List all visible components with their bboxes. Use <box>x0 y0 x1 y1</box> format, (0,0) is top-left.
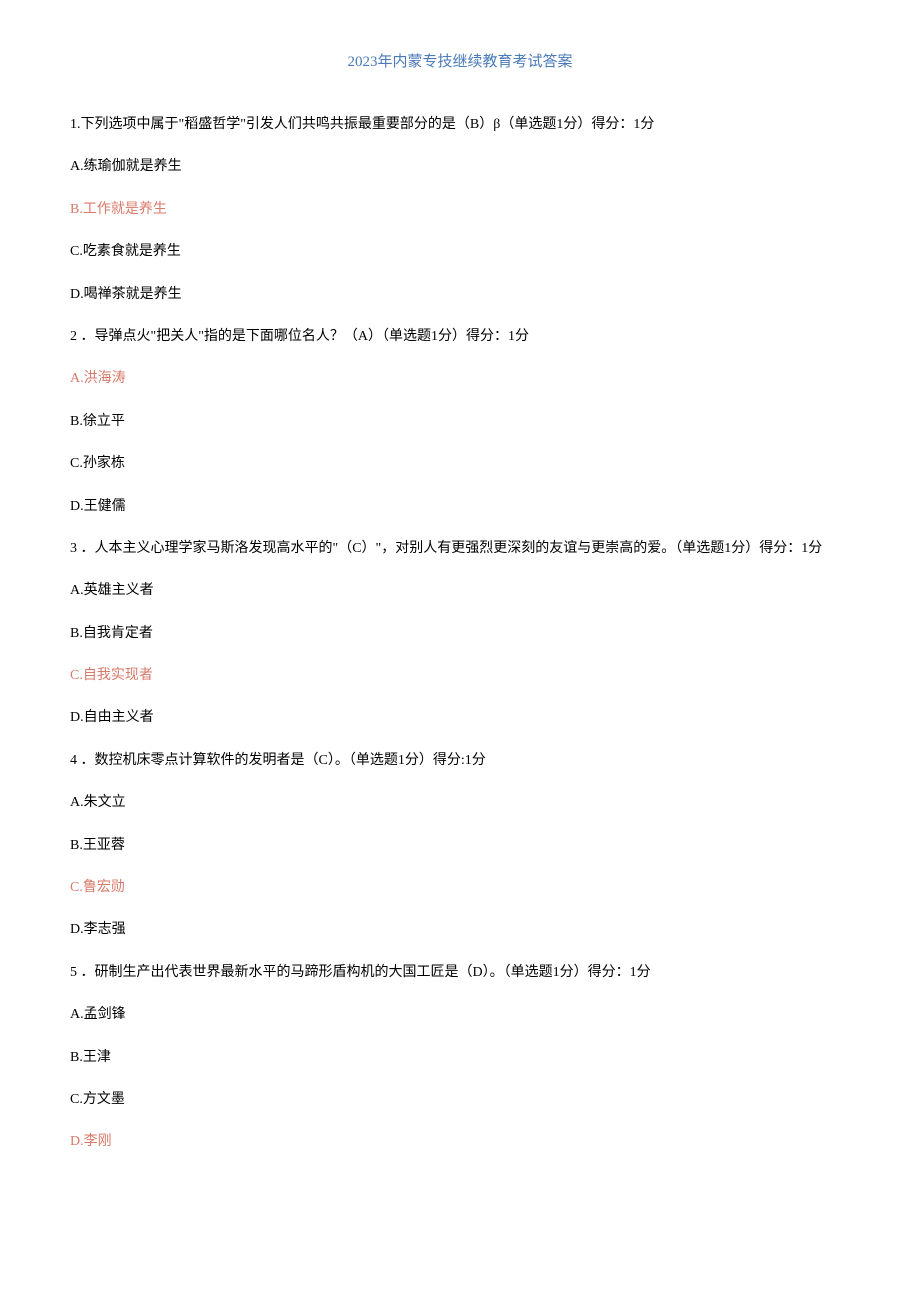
option-b: B.自我肯定者 <box>70 623 850 645</box>
option-d: D.王健儒 <box>70 496 850 518</box>
option-d: D.李刚 <box>70 1131 850 1153</box>
option-d: D.李志强 <box>70 919 850 941</box>
option-a: A.朱文立 <box>70 792 850 814</box>
option-c: C.方文墨 <box>70 1089 850 1111</box>
question-stem: 1.下列选项中属于"稻盛哲学"引发人们共鸣共振最重要部分的是（B）β（单选题1分… <box>70 114 850 136</box>
option-b: B.工作就是养生 <box>70 199 850 221</box>
option-d: D.自由主义者 <box>70 707 850 729</box>
option-d: D.喝禅茶就是养生 <box>70 284 850 306</box>
question-block: 5 ．研制生产出代表世界最新水平的马蹄形盾构机的大国工匠是（D）。（单选题1分）… <box>70 962 850 1154</box>
question-block: 2 ．导弹点火"把关人"指的是下面哪位名人？（A）（单选题1分）得分：1分 A.… <box>70 326 850 518</box>
question-block: 1.下列选项中属于"稻盛哲学"引发人们共鸣共振最重要部分的是（B）β（单选题1分… <box>70 114 850 306</box>
question-stem: 2 ．导弹点火"把关人"指的是下面哪位名人？（A）（单选题1分）得分：1分 <box>70 326 850 348</box>
option-a: A.洪海涛 <box>70 368 850 390</box>
option-a: A.英雄主义者 <box>70 580 850 602</box>
option-a: A.练瑜伽就是养生 <box>70 156 850 178</box>
option-b: B.王亚蓉 <box>70 835 850 857</box>
option-a: A.孟剑锋 <box>70 1004 850 1026</box>
option-c: C.自我实现者 <box>70 665 850 687</box>
question-stem: 5 ．研制生产出代表世界最新水平的马蹄形盾构机的大国工匠是（D）。（单选题1分）… <box>70 962 850 984</box>
question-stem: 4 ．数控机床零点计算软件的发明者是（C）。（单选题1分）得分:1分 <box>70 750 850 772</box>
document-title: 2023年内蒙专技继续教育考试答案 <box>70 50 850 74</box>
question-block: 4 ．数控机床零点计算软件的发明者是（C）。（单选题1分）得分:1分 A.朱文立… <box>70 750 850 942</box>
option-b: B.徐立平 <box>70 411 850 433</box>
question-stem: 3 ．人本主义心理学家马斯洛发现高水平的"（C）"，对别人有更强烈更深刻的友谊与… <box>70 538 850 560</box>
option-c: C.鲁宏勋 <box>70 877 850 899</box>
option-b: B.王津 <box>70 1047 850 1069</box>
option-c: C.吃素食就是养生 <box>70 241 850 263</box>
option-c: C.孙家栋 <box>70 453 850 475</box>
question-block: 3 ．人本主义心理学家马斯洛发现高水平的"（C）"，对别人有更强烈更深刻的友谊与… <box>70 538 850 730</box>
